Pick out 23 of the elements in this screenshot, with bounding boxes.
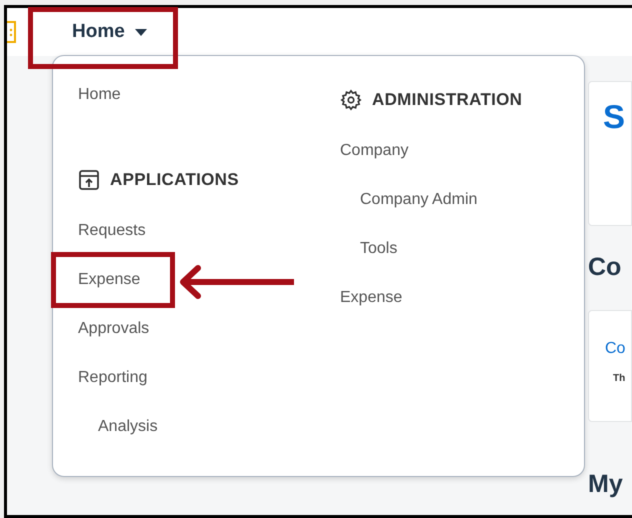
menu-item[interactable]: Requests [78,218,146,242]
menu-item[interactable]: Company Admin [360,188,478,212]
section-heading: ADMINISTRATION [372,88,522,111]
menu-item[interactable]: Analysis [98,414,158,438]
menu-item[interactable]: Reporting [78,366,148,390]
menu-item[interactable]: Company [340,138,408,162]
menu-item[interactable]: Expense [78,268,140,292]
menu-item[interactable]: Expense [340,286,402,310]
arrow-icon [178,264,294,300]
menu-item[interactable]: Approvals [78,316,150,340]
section-heading: Co [588,252,622,284]
upload-window-icon [78,168,100,190]
menu-item[interactable]: Tools [360,236,398,260]
logo-icon [7,21,17,43]
menu-item[interactable]: Home [78,82,121,106]
card-text: Th [612,372,626,386]
section-heading: APPLICATIONS [110,168,239,191]
caret-icon [134,28,147,36]
card-title: S [603,98,626,135]
settings-icon [340,88,362,110]
home-menu-button[interactable]: Home [68,18,151,46]
section-heading: My [588,470,623,498]
card-link[interactable]: Co [605,337,626,361]
